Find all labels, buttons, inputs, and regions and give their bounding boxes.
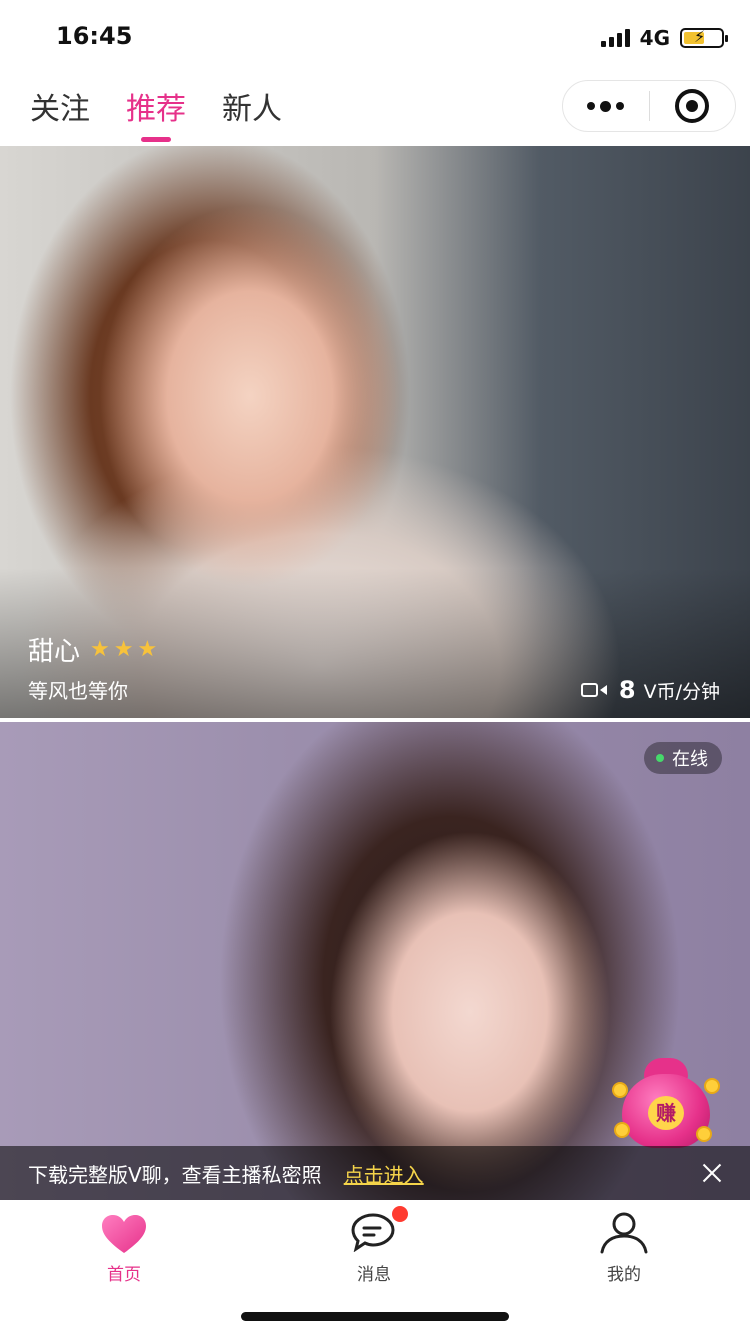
mini-program-capsule xyxy=(562,80,736,132)
tabbar-item-home[interactable]: 首页 xyxy=(64,1208,184,1285)
online-label: 在线 xyxy=(672,749,708,770)
active-tab-indicator xyxy=(141,137,171,142)
person-icon xyxy=(600,1212,648,1254)
signal-icon xyxy=(600,29,630,47)
star-icon: ★ xyxy=(113,636,134,662)
online-dot-icon xyxy=(656,754,664,762)
tab-newcomers-label: 新人 xyxy=(222,92,282,127)
tabbar-label-messages: 消息 xyxy=(357,1265,391,1285)
status-bar: 16:45 4G ⚡ xyxy=(0,0,750,76)
video-camera-icon xyxy=(580,681,607,699)
network-label: 4G xyxy=(639,26,670,50)
money-bag-label: 赚 xyxy=(648,1096,684,1130)
host-name-row: 甜心 ★ ★ ★ xyxy=(28,631,157,668)
tabbar-label-mine: 我的 xyxy=(607,1265,641,1285)
tab-recommended-label: 推荐 xyxy=(126,92,186,127)
tabbar-item-messages[interactable]: 消息 xyxy=(314,1206,434,1285)
unread-badge xyxy=(392,1206,408,1222)
message-icon xyxy=(351,1213,395,1252)
close-icon[interactable] xyxy=(698,1159,726,1187)
online-badge: 在线 xyxy=(644,742,722,774)
tab-group: 关注 推荐 新人 xyxy=(30,90,282,142)
home-indicator[interactable] xyxy=(241,1312,509,1321)
status-time: 16:45 xyxy=(56,22,133,50)
target-icon[interactable] xyxy=(650,81,736,131)
heart-icon xyxy=(102,1215,146,1253)
star-icon: ★ xyxy=(137,636,158,662)
money-bag-icon[interactable]: 赚 xyxy=(612,1052,720,1152)
more-dots-icon[interactable] xyxy=(563,81,649,131)
host-bio: 等风也等你 xyxy=(28,679,128,703)
tabbar-item-mine[interactable]: 我的 xyxy=(564,1208,684,1285)
host-card[interactable]: 甜心 ★ ★ ★ 等风也等你 8 V币/分钟 xyxy=(0,146,750,718)
tab-following-label: 关注 xyxy=(30,92,90,127)
status-indicators: 4G ⚡ xyxy=(600,26,728,50)
star-icon: ★ xyxy=(90,636,110,662)
promo-banner: 下载完整版V聊，查看主播私密照 点击进入 xyxy=(0,1146,750,1200)
host-name: 甜心 xyxy=(28,637,81,667)
tab-recommended[interactable]: 推荐 xyxy=(126,90,186,142)
battery-icon: ⚡ xyxy=(680,27,728,48)
call-price: 8 V币/分钟 xyxy=(580,676,720,704)
promo-text: 下载完整版V聊，查看主播私密照 xyxy=(28,1162,322,1187)
rating-stars: ★ ★ ★ xyxy=(90,636,158,662)
promo-link[interactable]: 点击进入 xyxy=(344,1159,424,1188)
tab-newcomers[interactable]: 新人 xyxy=(222,90,282,134)
tab-following[interactable]: 关注 xyxy=(30,90,90,134)
price-unit: V币/分钟 xyxy=(643,680,720,703)
tabbar-label-home: 首页 xyxy=(107,1265,141,1285)
top-nav: 关注 推荐 新人 xyxy=(0,76,750,146)
price-value: 8 xyxy=(618,676,636,704)
